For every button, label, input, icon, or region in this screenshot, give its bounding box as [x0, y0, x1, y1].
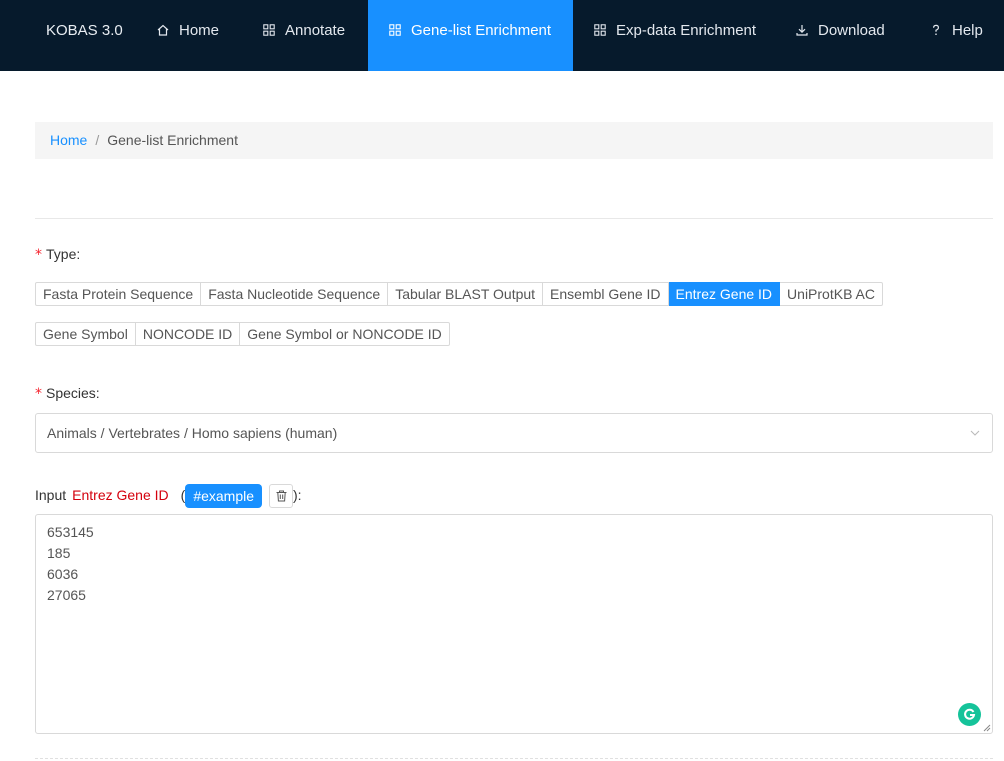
download-icon: [796, 24, 808, 36]
type-option-gene-symbol[interactable]: Gene Symbol: [35, 322, 136, 346]
home-icon: [157, 24, 169, 36]
type-option-tabular-blast[interactable]: Tabular BLAST Output: [388, 282, 544, 306]
top-navigation-bar: KOBAS 3.0 Home Annotate Gene-list Enrich…: [0, 0, 1004, 71]
close-paren: ):: [293, 487, 302, 503]
nav-item-label: Help: [952, 22, 983, 39]
input-label-row: Input Entrez Gene ID(#example):: [35, 482, 302, 509]
species-label-text: Species:: [46, 385, 100, 401]
nav-item-label: Exp-data Enrichment: [616, 22, 757, 39]
nav-item-exp-data-enrichment[interactable]: Exp-data Enrichment: [582, 0, 767, 71]
required-mark: *: [35, 386, 42, 402]
type-option-fasta-nucleotide[interactable]: Fasta Nucleotide Sequence: [201, 282, 389, 306]
type-options-row-1: Fasta Protein Sequence Fasta Nucleotide …: [35, 282, 883, 306]
species-select-value: Animals / Vertebrates / Homo sapiens (hu…: [47, 425, 338, 441]
brand-title[interactable]: KOBAS 3.0: [46, 0, 123, 61]
nav-item-label: Download: [818, 22, 885, 39]
type-options-row-2: Gene Symbol NONCODE ID Gene Symbol or NO…: [35, 322, 450, 346]
breadcrumb: Home / Gene-list Enrichment: [35, 122, 993, 159]
gene-id-input[interactable]: 653145 185 6036 27065: [35, 514, 993, 734]
nav-item-annotate[interactable]: Annotate: [250, 0, 360, 71]
nav-item-gene-list-enrichment[interactable]: Gene-list Enrichment: [368, 0, 573, 71]
nav-item-download[interactable]: Download: [784, 0, 899, 71]
type-option-fasta-protein[interactable]: Fasta Protein Sequence: [35, 282, 202, 306]
trash-icon: [276, 490, 287, 502]
species-label: * Species:: [35, 385, 100, 402]
section-divider: [35, 218, 993, 219]
species-select[interactable]: Animals / Vertebrates / Homo sapiens (hu…: [35, 413, 993, 453]
question-icon: [930, 24, 942, 36]
grid-icon: [389, 24, 401, 36]
resize-handle-icon[interactable]: [982, 723, 991, 732]
grid-icon: [263, 24, 275, 36]
type-option-ensembl-gene-id[interactable]: Ensembl Gene ID: [543, 282, 669, 306]
nav-item-label: Home: [179, 22, 220, 39]
nav-item-label: Gene-list Enrichment: [411, 22, 552, 39]
breadcrumb-separator: /: [95, 132, 100, 148]
breadcrumb-current: Gene-list Enrichment: [107, 132, 238, 148]
chevron-down-icon: [970, 428, 980, 438]
clear-input-button[interactable]: [269, 484, 294, 509]
nav-item-help[interactable]: Help: [918, 0, 1004, 71]
example-button[interactable]: #example: [185, 484, 263, 509]
breadcrumb-home-link[interactable]: Home: [50, 132, 87, 148]
grid-icon: [594, 24, 606, 36]
nav-item-label: Annotate: [285, 22, 346, 39]
grammarly-icon[interactable]: [958, 703, 981, 726]
type-option-uniprotkb-ac[interactable]: UniProtKB AC: [780, 282, 883, 306]
type-option-entrez-gene-id[interactable]: Entrez Gene ID: [668, 282, 781, 306]
type-option-gene-symbol-or-noncode[interactable]: Gene Symbol or NONCODE ID: [240, 322, 450, 346]
input-label: Input: [35, 487, 67, 503]
input-type-label: Entrez Gene ID: [72, 487, 169, 503]
required-mark: *: [35, 247, 42, 263]
type-label: * Type:: [35, 246, 80, 263]
type-label-text: Type:: [46, 246, 81, 262]
type-option-noncode-id[interactable]: NONCODE ID: [135, 322, 241, 346]
nav-item-home[interactable]: Home: [145, 0, 242, 71]
section-divider: [35, 758, 993, 759]
